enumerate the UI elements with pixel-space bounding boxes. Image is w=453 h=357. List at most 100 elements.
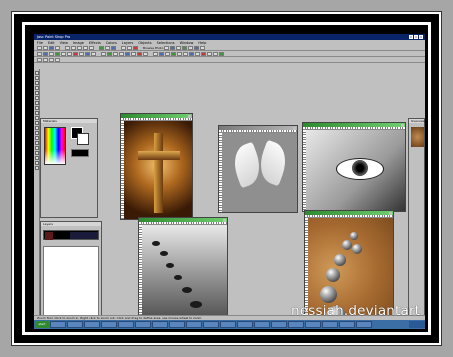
effect-26-icon[interactable]	[195, 51, 200, 56]
effect-23-icon[interactable]	[177, 51, 182, 56]
taskbar-item[interactable]	[288, 321, 304, 328]
taskbar-item[interactable]	[237, 321, 253, 328]
pen-tool-icon[interactable]	[34, 166, 39, 170]
new-icon[interactable]	[37, 45, 42, 50]
image-canvas[interactable]	[142, 225, 227, 329]
taskbar-item[interactable]	[135, 321, 151, 328]
effect-28-icon[interactable]	[207, 51, 212, 56]
taskbar-item[interactable]	[203, 321, 219, 328]
picture-tube-icon[interactable]	[34, 141, 39, 145]
minimize-button[interactable]	[409, 35, 413, 39]
close-icon[interactable]	[223, 218, 226, 222]
effect-25-icon[interactable]	[189, 51, 194, 56]
help-icon[interactable]	[200, 45, 206, 50]
palette-toggle-icon[interactable]	[164, 45, 170, 50]
effect-21-icon[interactable]	[165, 51, 170, 56]
effect-17-icon[interactable]	[137, 51, 142, 56]
taskbar-item[interactable]	[67, 321, 83, 328]
zoom-out-icon[interactable]	[127, 45, 132, 50]
effect-13-icon[interactable]	[113, 51, 118, 56]
freehand-tool-icon[interactable]	[34, 101, 39, 105]
effect-9-icon[interactable]	[85, 51, 90, 56]
effect-8-icon[interactable]	[79, 51, 84, 56]
stop-icon[interactable]	[133, 45, 138, 50]
taskbar-item[interactable]	[271, 321, 287, 328]
taskbar-item[interactable]	[118, 321, 134, 328]
redo-icon[interactable]	[89, 45, 94, 50]
close-icon[interactable]	[401, 123, 404, 127]
paint-brush-icon[interactable]	[34, 116, 39, 120]
taskbar-item[interactable]	[322, 321, 338, 328]
selection-tool-icon[interactable]	[34, 96, 39, 100]
eraser-icon[interactable]	[34, 136, 39, 140]
retouch-icon[interactable]	[34, 131, 39, 135]
effect-20-icon[interactable]	[159, 51, 164, 56]
maximize-button[interactable]	[414, 35, 418, 39]
flood-fill-icon[interactable]	[34, 151, 39, 155]
paste-icon[interactable]	[77, 45, 82, 50]
taskbar-item[interactable]	[356, 321, 372, 328]
crop-tool-icon[interactable]	[34, 86, 39, 90]
menu-selections[interactable]: Selections	[157, 41, 175, 45]
menu-objects[interactable]: Objects	[138, 41, 151, 45]
effect-2-icon[interactable]	[43, 51, 48, 56]
effect-6-icon[interactable]	[67, 51, 72, 56]
zoom-option-2-icon[interactable]	[49, 57, 54, 62]
taskbar-item[interactable]	[50, 321, 66, 328]
zoom-option-3-icon[interactable]	[55, 57, 60, 62]
menu-colors[interactable]: Colors	[106, 41, 117, 45]
pan-tool-icon[interactable]	[34, 71, 39, 75]
zoom-in-icon[interactable]	[121, 45, 126, 50]
preset-icon[interactable]	[37, 57, 42, 62]
effect-5-icon[interactable]	[61, 51, 66, 56]
menu-view[interactable]: View	[60, 41, 68, 45]
start-button[interactable]: start	[35, 321, 49, 328]
taskbar-item[interactable]	[220, 321, 236, 328]
histogram-icon[interactable]	[188, 45, 194, 50]
image-window-cross[interactable]	[120, 113, 193, 220]
taskbar-item[interactable]	[339, 321, 355, 328]
shape-tool-icon[interactable]	[34, 161, 39, 165]
effect-7-icon[interactable]	[73, 51, 78, 56]
taskbar-item[interactable]	[254, 321, 270, 328]
image-canvas[interactable]	[306, 130, 405, 211]
magic-wand-icon[interactable]	[34, 106, 39, 110]
effect-3-icon[interactable]	[49, 51, 54, 56]
effect-19-icon[interactable]	[153, 51, 158, 56]
effect-16-icon[interactable]	[131, 51, 136, 56]
menu-help[interactable]: Help	[198, 41, 206, 45]
image-window-wings[interactable]	[218, 125, 298, 213]
effect-30-icon[interactable]	[219, 51, 224, 56]
close-icon[interactable]	[389, 211, 392, 215]
dropper-tool-icon[interactable]	[34, 111, 39, 115]
color-replacer-icon[interactable]	[34, 126, 39, 130]
image-window-eye[interactable]	[302, 122, 406, 212]
menu-edit[interactable]: Edit	[48, 41, 55, 45]
effect-18-icon[interactable]	[143, 51, 148, 56]
color-spectrum[interactable]	[44, 127, 66, 165]
open-icon[interactable]	[43, 45, 48, 50]
taskbar-item[interactable]	[169, 321, 185, 328]
layer-row[interactable]	[43, 230, 99, 240]
move-tool-icon[interactable]	[34, 91, 39, 95]
camera-icon[interactable]	[111, 45, 116, 50]
effect-11-icon[interactable]	[101, 51, 106, 56]
close-icon[interactable]	[293, 126, 296, 130]
deform-tool-icon[interactable]	[34, 81, 39, 85]
script-icon[interactable]	[194, 45, 200, 50]
taskbar-item[interactable]	[84, 321, 100, 328]
effect-27-icon[interactable]	[201, 51, 206, 56]
save-icon[interactable]	[49, 45, 54, 50]
background-swatch[interactable]	[77, 133, 89, 145]
effect-24-icon[interactable]	[183, 51, 188, 56]
taskbar-item[interactable]	[186, 321, 202, 328]
browse-icon[interactable]	[99, 45, 104, 50]
image-window-beach[interactable]	[138, 217, 228, 329]
effect-29-icon[interactable]	[213, 51, 218, 56]
overview-toggle-icon[interactable]	[176, 45, 182, 50]
zoom-option-1-icon[interactable]	[43, 57, 48, 62]
airbrush-icon[interactable]	[34, 146, 39, 150]
material-swatch[interactable]	[71, 149, 89, 157]
print-icon[interactable]	[55, 45, 60, 50]
clone-brush-icon[interactable]	[34, 121, 39, 125]
